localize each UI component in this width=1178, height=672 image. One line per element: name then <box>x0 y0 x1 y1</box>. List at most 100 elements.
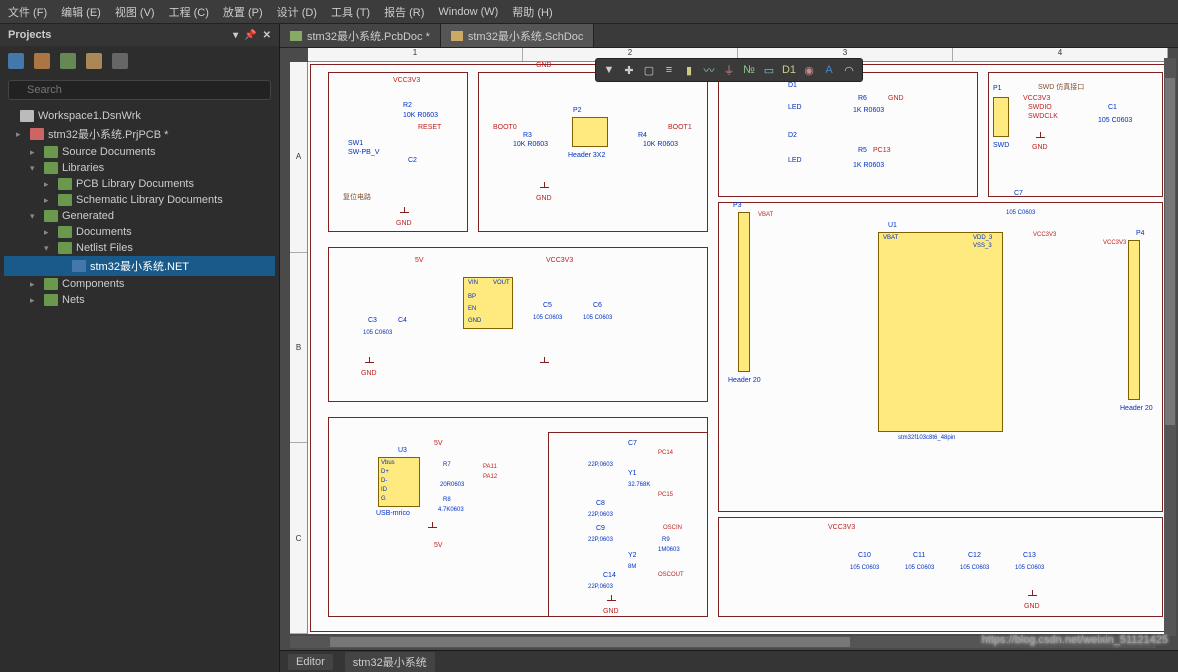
net-gnd: GND <box>888 95 904 102</box>
label-c10v: 105 C0603 <box>850 565 879 571</box>
net-reset: RESET <box>418 124 441 131</box>
label-hdr20: Header 20 <box>1120 405 1153 412</box>
tb-settings-icon[interactable] <box>86 53 102 69</box>
tree-components[interactable]: ▸Components <box>4 276 275 292</box>
label-r4: R4 <box>638 132 647 139</box>
label-c6: C6 <box>593 302 602 309</box>
tree-nets[interactable]: ▸Nets <box>4 292 275 308</box>
pin-dp: D+ <box>381 469 389 475</box>
label-r7v: 20R0603 <box>440 482 464 488</box>
menu-file[interactable]: 文件 (F) <box>8 4 47 20</box>
label-c12v: 105 C0603 <box>960 565 989 571</box>
search-input[interactable] <box>8 80 271 100</box>
gnd-icon <box>400 207 410 217</box>
label-c9: C9 <box>596 525 605 532</box>
ft-gnd-icon[interactable]: ⏚ <box>720 61 738 79</box>
ft-cross-icon[interactable]: ✚ <box>620 61 638 79</box>
ft-net-icon[interactable]: № <box>740 61 758 79</box>
tb-more-icon[interactable] <box>112 53 128 69</box>
label-hdr3x2: Header 3X2 <box>568 152 605 159</box>
net-gnd: GND <box>536 195 552 202</box>
part-u1 <box>878 232 1003 432</box>
label-r3v: 10K R0603 <box>513 141 548 148</box>
tree-net-file[interactable]: stm32最小系统.NET <box>4 256 275 276</box>
label-c9v: 22P,0603 <box>588 537 613 543</box>
pin-dm: D- <box>381 478 387 484</box>
label-d2: D2 <box>788 132 797 139</box>
label-u1: U1 <box>888 222 897 229</box>
ft-align-icon[interactable]: ≡ <box>660 61 678 79</box>
menu-tools[interactable]: 工具 (T) <box>331 4 370 20</box>
part-p3 <box>738 212 750 372</box>
label-u3: U3 <box>398 447 407 454</box>
label-c7v: 22P,0603 <box>588 462 613 468</box>
ft-label-icon[interactable]: D1 <box>780 61 798 79</box>
tb-compile-icon[interactable] <box>34 53 50 69</box>
panel-close-icon[interactable]: ✕ <box>263 30 271 41</box>
ft-power-icon[interactable]: ◉ <box>800 61 818 79</box>
menu-edit[interactable]: 编辑 (E) <box>61 4 101 20</box>
label-y2v: 8M <box>628 564 636 570</box>
tree-source-docs[interactable]: ▸Source Documents <box>4 144 275 160</box>
tab-schdoc[interactable]: stm32最小系统.SchDoc <box>441 24 595 47</box>
schematic-sheet[interactable]: VCC3V3 R2 10K R0603 RESET SW1 SW-PB_V C2… <box>308 62 1168 634</box>
net-5v: 5V <box>415 257 424 264</box>
menu-place[interactable]: 放置 (P) <box>223 4 263 20</box>
tree-workspace[interactable]: Workspace1.DsnWrk <box>4 108 275 124</box>
net-swdio: SWDIO <box>1028 104 1052 111</box>
label-swd: SWD <box>993 142 1009 149</box>
workspace-icon <box>20 110 34 122</box>
tree-schlib[interactable]: ▸Schematic Library Documents <box>4 192 275 208</box>
ft-select-icon[interactable]: ▢ <box>640 61 658 79</box>
ft-port-icon[interactable]: ▭ <box>760 61 778 79</box>
menu-design[interactable]: 设计 (D) <box>277 4 317 20</box>
net-5v: 5V <box>434 542 443 549</box>
gnd-icon <box>428 522 438 532</box>
net-swdclk: SWDCLK <box>1028 113 1058 120</box>
label-r8v: 4.7K0603 <box>438 507 464 513</box>
tree-project[interactable]: ▸stm32最小系统.PrjPCB * <box>4 124 275 144</box>
panel-dropdown-icon[interactable]: ▾ <box>233 30 238 41</box>
panel-pin-icon[interactable]: 📌 <box>244 30 256 41</box>
scrollbar-vertical[interactable] <box>1164 58 1176 636</box>
menu-help[interactable]: 帮助 (H) <box>512 4 552 20</box>
label-c3: C3 <box>368 317 377 324</box>
tab-pcbdoc[interactable]: stm32最小系统.PcbDoc * <box>280 24 441 47</box>
menu-window[interactable]: Window (W) <box>438 6 498 18</box>
label-c12: C12 <box>968 552 981 559</box>
ft-text-icon[interactable]: A <box>820 61 838 79</box>
content-area: stm32最小系统.PcbDoc * stm32最小系统.SchDoc ▼ ✚ … <box>280 24 1178 672</box>
tree-pcblib[interactable]: ▸PCB Library Documents <box>4 176 275 192</box>
tb-save-icon[interactable] <box>8 53 24 69</box>
net-vcc3v3: VCC3V3 <box>393 77 420 84</box>
label-c14v: 22P,0603 <box>588 584 613 590</box>
ft-arc-icon[interactable]: ◠ <box>840 61 858 79</box>
tree-netlist-files[interactable]: ▾Netlist Files <box>4 240 275 256</box>
label-c7: C7 <box>628 440 637 447</box>
status-name[interactable]: stm32最小系统 <box>345 652 435 672</box>
ft-wire-icon[interactable]: 〰 <box>700 61 718 79</box>
panel-title: Projects <box>8 29 51 41</box>
tb-folder-icon[interactable] <box>60 53 76 69</box>
ft-part-icon[interactable]: ▮ <box>680 61 698 79</box>
label-u1name: stm32f103c8t6_48pin <box>898 435 955 441</box>
menubar: 文件 (F) 编辑 (E) 视图 (V) 工程 (C) 放置 (P) 设计 (D… <box>0 0 1178 24</box>
tree-libraries[interactable]: ▾Libraries <box>4 160 275 176</box>
tree-generated[interactable]: ▾Generated <box>4 208 275 224</box>
label-led: LED <box>788 104 802 111</box>
label-sw1: SW1 <box>348 140 363 147</box>
gnd-icon <box>540 357 550 367</box>
menu-project[interactable]: 工程 (C) <box>169 4 209 20</box>
menu-report[interactable]: 报告 (R) <box>384 4 424 20</box>
label-c10: C10 <box>858 552 871 559</box>
net-vcc3v3: VCC3V3 <box>546 257 573 264</box>
tree-documents[interactable]: ▸Documents <box>4 224 275 240</box>
net-gnd: GND <box>361 370 377 377</box>
status-editor[interactable]: Editor <box>288 654 333 670</box>
folder-icon <box>58 226 72 238</box>
menu-view[interactable]: 视图 (V) <box>115 4 155 20</box>
label-c7: C7 <box>1014 190 1023 197</box>
pin-g: G <box>381 496 386 502</box>
ft-filter-icon[interactable]: ▼ <box>600 61 618 79</box>
net-oscin: OSCIN <box>663 525 682 531</box>
